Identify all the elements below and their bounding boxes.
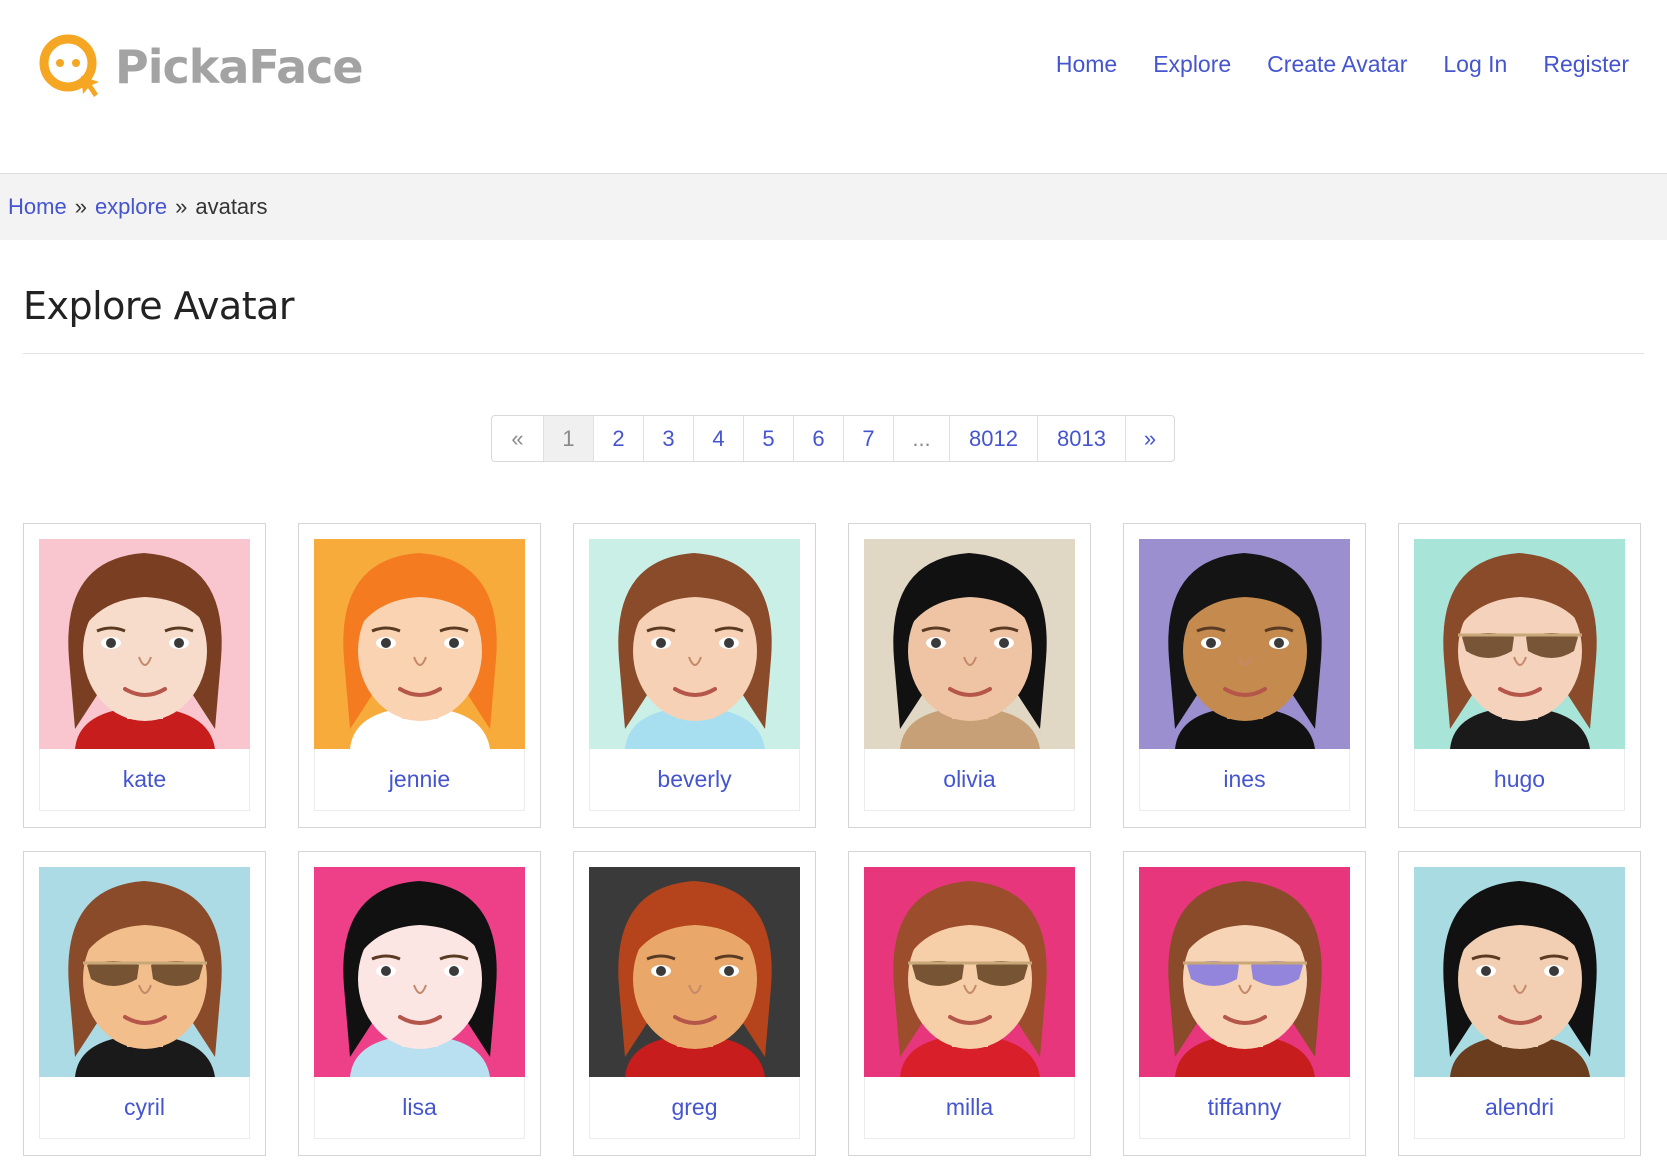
avatar-card[interactable]: milla	[848, 851, 1091, 1156]
nav-log-in[interactable]: Log In	[1443, 44, 1507, 84]
breadcrumb: Home » explore » avatars	[0, 173, 1667, 240]
breadcrumb-home[interactable]: Home	[8, 194, 67, 220]
title-divider	[23, 353, 1644, 354]
avatar-image[interactable]	[1139, 867, 1350, 1077]
avatar-image[interactable]	[864, 539, 1075, 749]
avatar-image[interactable]	[1139, 539, 1350, 749]
avatar-name-link[interactable]: milla	[864, 1077, 1075, 1139]
avatar-image[interactable]	[314, 867, 525, 1077]
pagination: « 1 2 3 4 5 6 7 ... 8012 8013 »	[491, 415, 1175, 462]
page-title: Explore Avatar	[23, 284, 295, 328]
nav-create-avatar[interactable]: Create Avatar	[1267, 44, 1407, 84]
site-logo[interactable]: PickaFace	[37, 30, 364, 104]
avatar-image[interactable]	[39, 539, 250, 749]
pagination-page[interactable]: 5	[743, 416, 793, 461]
pagination-page-current[interactable]: 1	[543, 416, 593, 461]
avatar-card[interactable]: kate	[23, 523, 266, 828]
nav-explore[interactable]: Explore	[1153, 44, 1231, 84]
avatar-image[interactable]	[864, 867, 1075, 1077]
pagination-page[interactable]: 8013	[1037, 416, 1125, 461]
breadcrumb-separator: »	[74, 194, 87, 219]
avatar-name-link[interactable]: beverly	[589, 749, 800, 811]
avatar-card[interactable]: ines	[1123, 523, 1366, 828]
avatar-card[interactable]: beverly	[573, 523, 816, 828]
avatar-name-link[interactable]: hugo	[1414, 749, 1625, 811]
main-nav: Home Explore Create Avatar Log In Regist…	[1020, 44, 1629, 84]
avatar-image[interactable]	[1414, 867, 1625, 1077]
avatar-name-link[interactable]: ines	[1139, 749, 1350, 811]
nav-home[interactable]: Home	[1056, 44, 1117, 84]
avatar-name-link[interactable]: lisa	[314, 1077, 525, 1139]
avatar-card[interactable]: lisa	[298, 851, 541, 1156]
logo-wordmark: PickaFace	[115, 40, 364, 94]
pagination-page[interactable]: 4	[693, 416, 743, 461]
avatar-name-link[interactable]: kate	[39, 749, 250, 811]
nav-register[interactable]: Register	[1543, 44, 1629, 84]
pagination-ellipsis: ...	[893, 416, 949, 461]
avatar-card[interactable]: alendri	[1398, 851, 1641, 1156]
avatar-image[interactable]	[314, 539, 525, 749]
avatar-name-link[interactable]: greg	[589, 1077, 800, 1139]
avatar-name-link[interactable]: olivia	[864, 749, 1075, 811]
avatar-name-link[interactable]: tiffanny	[1139, 1077, 1350, 1139]
avatar-image[interactable]	[589, 867, 800, 1077]
avatar-name-link[interactable]: jennie	[314, 749, 525, 811]
pagination-page[interactable]: 3	[643, 416, 693, 461]
avatar-card[interactable]: tiffanny	[1123, 851, 1366, 1156]
avatar-name-link[interactable]: alendri	[1414, 1077, 1625, 1139]
pagination-page[interactable]: 6	[793, 416, 843, 461]
pagination-prev[interactable]: «	[492, 416, 543, 461]
pickaface-logo-icon	[37, 32, 107, 102]
avatar-card[interactable]: jennie	[298, 523, 541, 828]
breadcrumb-current: avatars	[195, 194, 268, 219]
breadcrumb-separator: »	[175, 194, 188, 219]
avatar-image[interactable]	[39, 867, 250, 1077]
avatar-name-link[interactable]: cyril	[39, 1077, 250, 1139]
site-header: PickaFace Home Explore Create Avatar Log…	[0, 0, 1667, 172]
avatar-card[interactable]: hugo	[1398, 523, 1641, 828]
pagination-page[interactable]: 7	[843, 416, 893, 461]
avatar-image[interactable]	[589, 539, 800, 749]
avatar-card[interactable]: cyril	[23, 851, 266, 1156]
pagination-next[interactable]: »	[1125, 416, 1174, 461]
pagination-page[interactable]: 2	[593, 416, 643, 461]
breadcrumb-explore[interactable]: explore	[95, 194, 167, 220]
avatar-card[interactable]: olivia	[848, 523, 1091, 828]
pagination-page[interactable]: 8012	[949, 416, 1037, 461]
avatar-card[interactable]: greg	[573, 851, 816, 1156]
avatar-image[interactable]	[1414, 539, 1625, 749]
